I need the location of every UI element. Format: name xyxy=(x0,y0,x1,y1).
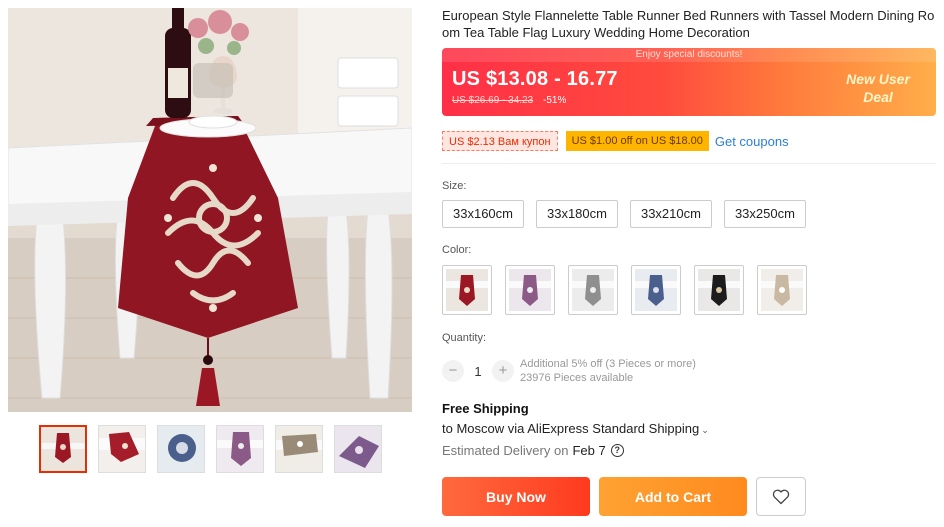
size-option-180[interactable]: 33x180cm xyxy=(535,200,618,228)
size-option-250[interactable]: 33x250cm xyxy=(723,200,806,228)
shipping-destination: to Moscow via AliExpress Standard Shippi… xyxy=(442,421,700,436)
thumbnail-1[interactable] xyxy=(39,425,87,473)
new-user-text: New User xyxy=(846,71,910,87)
quantity-minus-button[interactable]: − xyxy=(442,360,464,382)
estimated-delivery-label: Estimated Delivery on xyxy=(442,443,569,458)
quantity-plus-button[interactable]: + xyxy=(492,360,514,382)
discount-percent: -51% xyxy=(543,95,567,106)
price-banner: Enjoy special discounts! US $13.08 - 16.… xyxy=(442,48,936,116)
size-option-210[interactable]: 33x210cm xyxy=(629,200,712,228)
color-label: Color: xyxy=(442,244,472,256)
thumbnail-strip xyxy=(39,425,382,473)
banner-promo-text: Enjoy special discounts! xyxy=(442,48,936,62)
store-coupon[interactable]: US $2.13 Вам купон xyxy=(442,131,558,151)
quantity-label: Quantity: xyxy=(442,332,487,344)
select-coupon[interactable]: US $1.00 off on US $18.00 xyxy=(565,131,709,151)
quantity-info: Additional 5% off (3 Pieces or more) 239… xyxy=(520,357,696,385)
color-option-beige[interactable] xyxy=(757,265,807,315)
product-photo xyxy=(8,8,412,412)
coupon-row: US $2.13 Вам купон US $1.00 off on US $1… xyxy=(442,131,789,151)
deal-text: Deal xyxy=(863,89,893,105)
thumbnail-4[interactable] xyxy=(216,425,264,473)
main-product-image[interactable] xyxy=(8,8,412,412)
get-coupons-link[interactable]: Get coupons xyxy=(715,134,789,149)
color-option-gray[interactable] xyxy=(568,265,618,315)
bulk-discount-text: Additional 5% off (3 Pieces or more) xyxy=(520,358,696,370)
buy-now-button[interactable]: Buy Now xyxy=(442,477,590,516)
heart-icon xyxy=(772,489,790,504)
size-label: Size: xyxy=(442,180,467,192)
thumbnail-2[interactable] xyxy=(98,425,146,473)
original-price: US $26.69 - 34.23 xyxy=(452,95,534,106)
color-option-blue[interactable] xyxy=(631,265,681,315)
estimated-delivery: Estimated Delivery on Feb 7 ? xyxy=(442,443,624,458)
quantity-stepper: − 1 + Additional 5% off (3 Pieces or mor… xyxy=(442,357,696,385)
color-options xyxy=(442,265,807,315)
color-option-red[interactable] xyxy=(442,265,492,315)
color-option-black[interactable] xyxy=(694,265,744,315)
stock-available-text: 23976 Pieces available xyxy=(520,372,634,384)
size-option-160[interactable]: 33x160cm xyxy=(442,200,524,228)
thumbnail-6[interactable] xyxy=(334,425,382,473)
help-icon[interactable]: ? xyxy=(610,444,624,457)
estimated-delivery-date: Feb 7 xyxy=(572,443,606,458)
thumbnail-5[interactable] xyxy=(275,425,323,473)
add-to-cart-button[interactable]: Add to Cart xyxy=(599,477,747,516)
current-price: US $13.08 - 16.77 xyxy=(452,68,618,90)
new-user-deal-badge: New User Deal xyxy=(836,70,920,106)
quantity-value[interactable]: 1 xyxy=(464,364,492,379)
thumbnail-3[interactable] xyxy=(157,425,205,473)
divider xyxy=(442,163,936,164)
product-title: European Style Flannelette Table Runner … xyxy=(442,8,935,40)
shipping-method-selector[interactable]: to Moscow via AliExpress Standard Shippi… xyxy=(442,421,709,436)
chevron-down-icon: ⌄ xyxy=(701,425,709,435)
color-option-purple[interactable] xyxy=(505,265,555,315)
size-options: 33x160cm 33x180cm 33x210cm 33x250cm xyxy=(442,200,806,228)
wishlist-button[interactable] xyxy=(756,477,806,516)
shipping-title: Free Shipping xyxy=(442,401,529,416)
